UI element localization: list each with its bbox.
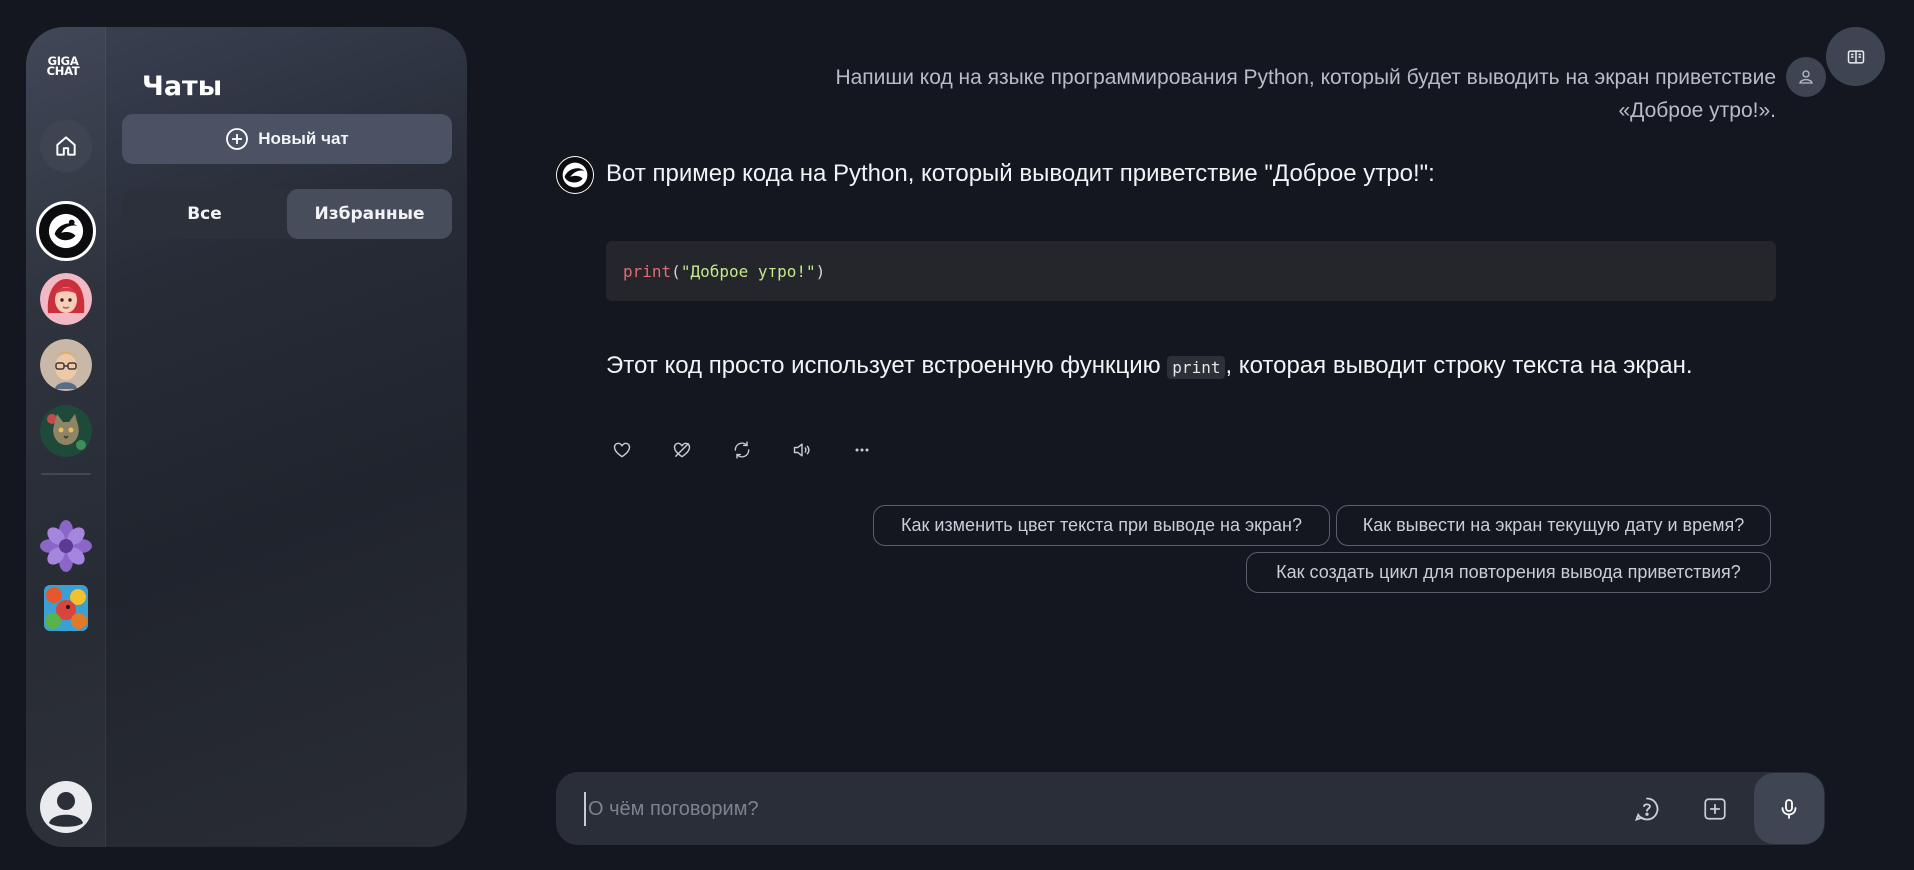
colorful-bird-avatar-icon (44, 585, 88, 631)
filter-all[interactable]: Все (122, 189, 287, 239)
user-message-line-2: «Доброе утро!». (1618, 99, 1776, 122)
book-icon (1847, 49, 1864, 64)
explain-text-after: , которая выводит строку текста на экран… (1225, 352, 1693, 379)
plus-square-icon (1704, 798, 1726, 820)
chats-title: Чаты (142, 71, 223, 102)
dislike-button[interactable] (666, 434, 698, 466)
user-icon (1799, 70, 1813, 84)
red-hair-girl-avatar-icon (40, 273, 92, 325)
dislike-icon (673, 442, 691, 458)
suggestion-chip[interactable]: Как создать цикл для повторения вывода п… (1246, 552, 1771, 593)
microphone-icon (1781, 798, 1797, 819)
bot-avatar (556, 156, 594, 194)
glasses-man-avatar-icon (40, 339, 92, 391)
profile-button[interactable] (40, 781, 92, 833)
new-chat-button[interactable]: Новый чат (122, 114, 452, 164)
layout-toggle-button[interactable] (1826, 27, 1885, 86)
speak-button[interactable] (786, 434, 818, 466)
suggestion-chip[interactable]: Как изменить цвет текста при выводе на э… (873, 505, 1330, 546)
regenerate-button[interactable] (726, 434, 758, 466)
plus-circle-icon (226, 128, 249, 150)
home-button[interactable] (40, 120, 92, 172)
gigachat-logo[interactable]: GIGA CHAT (40, 55, 86, 78)
gigachat-swirl-icon (48, 213, 84, 249)
attach-button[interactable] (1697, 791, 1733, 827)
like-icon (613, 442, 631, 458)
bot-intro-text: Вот пример кода на Python, который вывод… (606, 160, 1435, 187)
code-paren-open: ( (671, 261, 681, 281)
code-string: "Доброе утро!" (680, 261, 816, 281)
filter-favorites[interactable]: Избранные (287, 189, 452, 239)
assistant-glasses-man[interactable] (40, 339, 92, 391)
sidebar-panel: GIGA CHAT Чаты Новый чат Все Избранные (26, 27, 467, 847)
assistant-red-hair-girl[interactable] (40, 273, 92, 325)
user-profile-icon (49, 792, 83, 827)
help-icon (1634, 797, 1659, 822)
code-function: print (623, 261, 672, 281)
assistant-cat[interactable] (40, 405, 92, 457)
user-avatar (1786, 57, 1826, 97)
assistant-gigachat[interactable] (36, 201, 96, 261)
logo-line-2: CHAT (46, 64, 80, 78)
chat-input-bar (556, 772, 1825, 845)
more-icon (855, 448, 869, 452)
voice-input-button[interactable] (1754, 773, 1824, 844)
message-input[interactable] (584, 792, 1584, 826)
assistant-rail: GIGA CHAT (26, 27, 106, 847)
user-message: Напиши код на языке программирования Pyt… (776, 61, 1776, 127)
help-button[interactable] (1629, 791, 1665, 827)
chat-filter: Все Избранные (122, 189, 452, 239)
gigachat-swirl-icon (556, 156, 594, 194)
explain-text-before: Этот код просто использует встроенную фу… (606, 352, 1168, 379)
new-chat-label: Новый чат (258, 129, 349, 148)
regenerate-icon (734, 441, 750, 459)
assistant-colorful-bird[interactable] (44, 585, 88, 631)
suggestion-chip[interactable]: Как вывести на экран текущую дату и врем… (1336, 505, 1771, 546)
code-block[interactable]: print("Доброе утро!") (606, 241, 1776, 301)
more-button[interactable] (846, 434, 878, 466)
code-paren-close: ) (815, 261, 826, 281)
purple-flower-avatar-icon (40, 520, 92, 572)
home-icon (56, 136, 76, 156)
bot-explanation: Этот код просто использует встроенную фу… (606, 347, 1776, 387)
rail-divider (41, 473, 91, 475)
assistant-purple-flower[interactable] (40, 520, 92, 572)
inline-code: print (1167, 356, 1226, 379)
user-message-line-1: Напиши код на языке программирования Pyt… (835, 66, 1776, 89)
speaker-icon (793, 443, 810, 457)
like-button[interactable] (606, 434, 638, 466)
cat-avatar-icon (40, 405, 92, 457)
